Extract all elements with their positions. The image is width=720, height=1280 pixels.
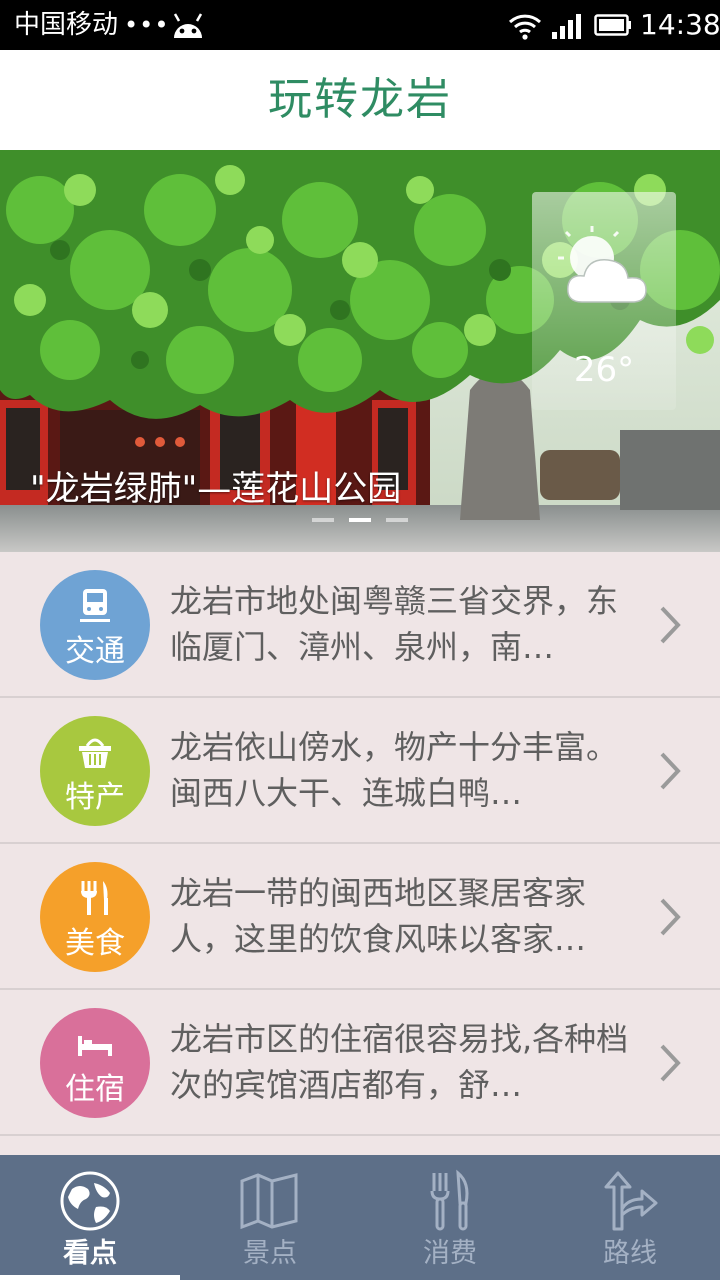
tab-label: 景点 xyxy=(243,1238,297,1269)
category-badge: 住宿 xyxy=(40,1008,150,1118)
map-icon xyxy=(240,1173,298,1230)
category-description: 龙岩市区的住宿很容易找,各种档次的宾馆酒店都有，舒… xyxy=(170,1020,629,1104)
banner-caption: "龙岩绿肺"—莲花山公园 xyxy=(30,469,402,509)
active-tab-indicator xyxy=(0,1275,180,1280)
page-dot xyxy=(312,518,334,522)
carrier-label: 中国移动 xyxy=(14,10,119,40)
chevron-right-icon xyxy=(660,1044,681,1082)
signal-icon xyxy=(552,14,581,39)
category-badge: 交通 xyxy=(40,570,150,680)
chevron-right-icon xyxy=(660,752,681,790)
weather-temperature: 26° xyxy=(573,350,635,390)
android-icon xyxy=(173,13,203,38)
category-row-transport[interactable]: 交通 龙岩市地处闽粤赣三省交界，东临厦门、漳州、泉州，南… xyxy=(0,552,720,698)
status-bar: 中国移动 ••• 14:38 xyxy=(0,0,720,50)
clock: 14:38 xyxy=(640,8,720,41)
basket-icon xyxy=(79,738,111,768)
category-description: 龙岩一带的闽西地区聚居客家人，这里的饮食风味以客家… xyxy=(170,874,587,958)
chevron-right-icon xyxy=(660,606,681,644)
globe-icon xyxy=(60,1171,120,1231)
category-badge: 特产 xyxy=(40,716,150,826)
tab-label: 看点 xyxy=(63,1238,117,1269)
category-row-food[interactable]: 美食 龙岩一带的闽西地区聚居客家人，这里的饮食风味以客家… xyxy=(0,844,720,990)
category-badge: 美食 xyxy=(40,862,150,972)
category-row-specialty[interactable]: 特产 龙岩依山傍水，物产十分丰富。闽西八大干、连城白鸭… xyxy=(0,698,720,844)
wifi-icon xyxy=(508,14,542,40)
train-icon xyxy=(80,589,110,622)
tab-label: 消费 xyxy=(423,1238,477,1269)
tab-label: 路线 xyxy=(603,1238,657,1269)
route-sign-icon xyxy=(604,1171,658,1231)
tab-highlights[interactable]: 看点 xyxy=(0,1155,180,1280)
bottom-navigation: 看点 景点 消费 路线 xyxy=(0,1155,720,1280)
app-header: 玩转龙岩 xyxy=(0,50,720,150)
category-label: 交通 xyxy=(65,634,125,669)
tab-attractions[interactable]: 景点 xyxy=(180,1155,360,1280)
category-row-lodging[interactable]: 住宿 龙岩市区的住宿很容易找,各种档次的宾馆酒店都有，舒… xyxy=(0,990,720,1136)
chevron-right-icon xyxy=(660,898,681,936)
category-label: 住宿 xyxy=(65,1072,125,1107)
notification-dots: ••• xyxy=(124,11,170,39)
partly-cloudy-icon xyxy=(558,226,647,303)
weather-widget[interactable]: 26° xyxy=(532,192,676,410)
utensils-icon xyxy=(430,1169,469,1231)
fork-knife-icon xyxy=(81,881,108,915)
tab-routes[interactable]: 路线 xyxy=(540,1155,720,1280)
page-dot xyxy=(386,518,408,522)
battery-icon xyxy=(594,14,631,36)
category-label: 美食 xyxy=(65,926,125,961)
category-label: 特产 xyxy=(65,780,125,815)
page-dot-active xyxy=(349,518,371,522)
page-title: 玩转龙岩 xyxy=(268,74,452,125)
banner-page-indicator xyxy=(312,518,408,524)
category-description: 龙岩依山傍水，物产十分丰富。闽西八大干、连城白鸭… xyxy=(170,728,619,812)
bed-icon xyxy=(78,1036,112,1056)
category-description: 龙岩市地处闽粤赣三省交界，东临厦门、漳州、泉州，南… xyxy=(170,582,619,666)
tab-spending[interactable]: 消费 xyxy=(360,1155,540,1280)
